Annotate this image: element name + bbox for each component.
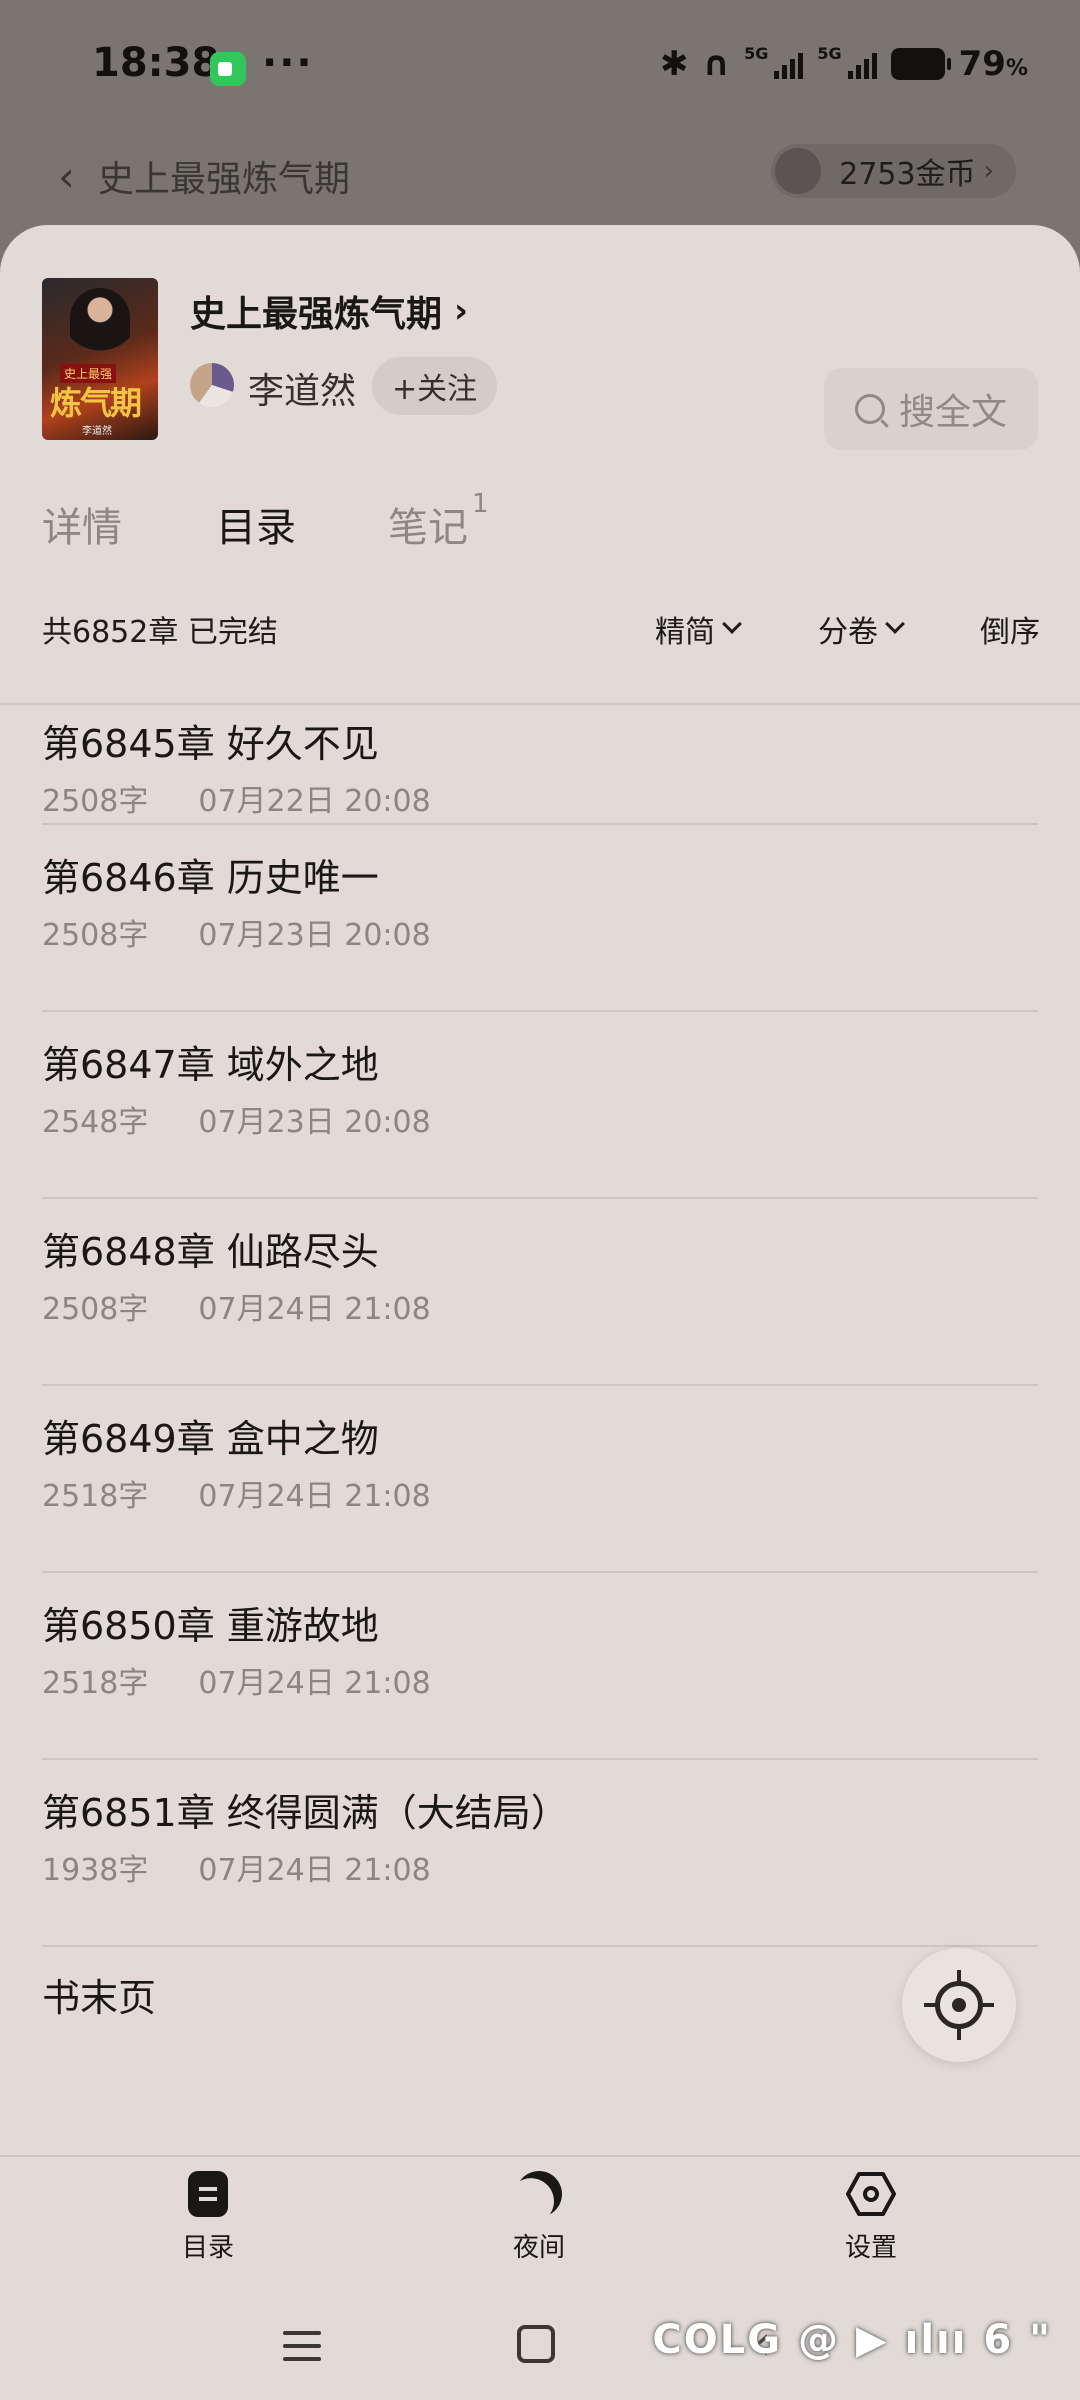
reader-header: ‹ 史上最强炼气期 2753金币 › bbox=[0, 140, 1080, 230]
search-icon bbox=[854, 394, 885, 424]
chapter-title: 第6846章 历史唯一 bbox=[42, 856, 379, 900]
search-fulltext-button[interactable]: 搜全文 bbox=[824, 368, 1038, 450]
nav-night[interactable]: 夜间 bbox=[459, 2171, 619, 2264]
chevron-right-icon: › bbox=[983, 156, 994, 186]
tab-catalog[interactable]: 目录 bbox=[216, 495, 296, 553]
chapter-title: 第6850章 重游故地 bbox=[42, 1604, 379, 1648]
nav-catalog-label: 目录 bbox=[181, 2233, 234, 2263]
chapter-title: 第6851章 终得圆满（大结局） bbox=[42, 1791, 569, 1835]
chapter-count: 共6852章 已完结 bbox=[42, 615, 278, 650]
chapter-meta: 2508字 07月24日 21:08 bbox=[42, 1292, 431, 1327]
cover-author-text: 李道然 bbox=[82, 426, 112, 437]
network-type-2: 5G bbox=[817, 44, 842, 63]
system-nav-bar: ‹ COLG @ ▶ ılıı 6 " bbox=[0, 2295, 1080, 2400]
locate-icon-dot bbox=[952, 1998, 966, 2012]
follow-button[interactable]: +关注 bbox=[372, 357, 498, 415]
chapter-meta: 2508字 07月22日 20:08 bbox=[42, 784, 431, 819]
nav-settings-label: 设置 bbox=[844, 2233, 897, 2263]
chapter-meta: 2518字 07月24日 21:08 bbox=[42, 1479, 431, 1514]
chapter-title: 第6847章 域外之地 bbox=[42, 1043, 379, 1087]
chapter-meta: 1938字 07月24日 21:08 bbox=[42, 1853, 431, 1888]
search-label: 搜全文 bbox=[898, 392, 1007, 433]
coins-button[interactable]: 2753金币 › bbox=[771, 144, 1016, 198]
reader-book-title[interactable]: 史上最强炼气期 bbox=[98, 150, 350, 202]
catalog-sheet: 史上最强 炼气期 李道然 史上最强炼气期 › 李道然 +关注 搜全文 详情 目录… bbox=[0, 225, 1080, 2400]
chapter-item[interactable]: 第6850章 重游故地 2518字 07月24日 21:08 bbox=[42, 1573, 1038, 1760]
chapter-meta: 2518字 07月24日 21:08 bbox=[42, 1666, 431, 1701]
tab-notes[interactable]: 笔记1 bbox=[388, 489, 489, 553]
locate-icon-tick bbox=[957, 1970, 961, 1983]
battery-percent: 79% bbox=[958, 44, 1028, 84]
nav-settings[interactable]: 设置 bbox=[791, 2171, 951, 2264]
volume-dropdown[interactable]: 分卷 bbox=[818, 607, 905, 651]
book-title-link[interactable]: 史上最强炼气期 › bbox=[190, 285, 468, 337]
catalog-toolbar: 共6852章 已完结 精简 分卷 倒序 bbox=[0, 607, 1080, 707]
chapter-title: 第6849章 盒中之物 bbox=[42, 1417, 379, 1461]
signal-icon-2 bbox=[847, 49, 877, 79]
chapter-title: 第6845章 好久不见 bbox=[42, 722, 379, 766]
book-cover[interactable]: 史上最强 炼气期 李道然 bbox=[42, 278, 158, 440]
status-indicators: ✱ ∩ 5G 5G 79% bbox=[660, 44, 1028, 84]
headphones-icon: ∩ bbox=[702, 44, 731, 84]
chapter-meta: 2508字 07月23日 20:08 bbox=[42, 918, 431, 953]
nav-catalog[interactable]: 目录 bbox=[128, 2171, 288, 2264]
chevron-down-icon bbox=[885, 614, 905, 634]
cover-figure bbox=[70, 288, 130, 366]
moon-icon bbox=[510, 2165, 569, 2224]
tab-bar: 详情 目录 笔记1 bbox=[0, 489, 1080, 575]
chapter-title: 第6848章 仙路尽头 bbox=[42, 1230, 379, 1274]
chapter-item[interactable]: 第6849章 盒中之物 2518字 07月24日 21:08 bbox=[42, 1386, 1038, 1573]
bottom-nav: 目录 夜间 设置 bbox=[0, 2155, 1080, 2295]
back-chevron-icon[interactable]: ‹ bbox=[58, 152, 75, 201]
home-icon[interactable] bbox=[517, 2325, 555, 2363]
chapter-list: 第6845章 好久不见 2508字 07月22日 20:08 第6846章 历史唯… bbox=[0, 705, 1080, 2155]
watermark: COLG @ ▶ ılıı 6 " bbox=[652, 2317, 1052, 2363]
author-name[interactable]: 李道然 bbox=[248, 362, 356, 414]
locate-icon-tick bbox=[957, 2027, 961, 2040]
camera-icon bbox=[210, 52, 246, 86]
bluetooth-icon: ✱ bbox=[659, 44, 689, 84]
end-page-item[interactable]: 书末页 bbox=[42, 1967, 156, 2022]
status-time: 18:38 bbox=[92, 40, 220, 86]
chevron-right-icon: › bbox=[454, 291, 469, 331]
chevron-down-icon bbox=[722, 614, 742, 634]
format-dropdown[interactable]: 精简 bbox=[655, 607, 742, 651]
catalog-icon bbox=[188, 2171, 228, 2217]
hexagon-settings-icon bbox=[846, 2171, 896, 2217]
locate-icon-tick bbox=[924, 2003, 937, 2007]
chapter-item[interactable]: 第6848章 仙路尽头 2508字 07月24日 21:08 bbox=[42, 1199, 1038, 1386]
status-more-dots: ··· bbox=[262, 40, 314, 86]
network-type-1: 5G bbox=[744, 44, 769, 63]
tab-details[interactable]: 详情 bbox=[42, 495, 122, 553]
locate-current-button[interactable] bbox=[902, 1948, 1016, 2062]
chapter-item[interactable]: 第6851章 终得圆满（大结局） 1938字 07月24日 21:08 bbox=[42, 1760, 1038, 1947]
signal-icon bbox=[774, 49, 804, 79]
chapter-item[interactable]: 第6845章 好久不见 2508字 07月22日 20:08 bbox=[42, 705, 1038, 825]
chapter-item[interactable]: 第6847章 域外之地 2548字 07月23日 20:08 bbox=[42, 1012, 1038, 1199]
battery-icon bbox=[890, 48, 951, 80]
divider bbox=[42, 1945, 1038, 1947]
notes-count-badge: 1 bbox=[472, 489, 489, 519]
reverse-order-button[interactable]: 倒序 bbox=[980, 607, 1040, 651]
coins-label: 2753金币 bbox=[839, 157, 976, 192]
cover-title-text: 炼气期 bbox=[50, 384, 142, 422]
locate-icon-tick bbox=[981, 2003, 994, 2007]
book-title: 史上最强炼气期 bbox=[190, 294, 443, 335]
chapter-meta: 2548字 07月23日 20:08 bbox=[42, 1105, 431, 1140]
recents-icon[interactable] bbox=[283, 2331, 321, 2361]
nav-night-label: 夜间 bbox=[512, 2233, 565, 2263]
chapter-item[interactable]: 第6846章 历史唯一 2508字 07月23日 20:08 bbox=[42, 825, 1038, 1012]
author-avatar[interactable] bbox=[190, 363, 234, 407]
status-bar: 18:38 ··· ✱ ∩ 5G 5G 79% bbox=[0, 0, 1080, 140]
